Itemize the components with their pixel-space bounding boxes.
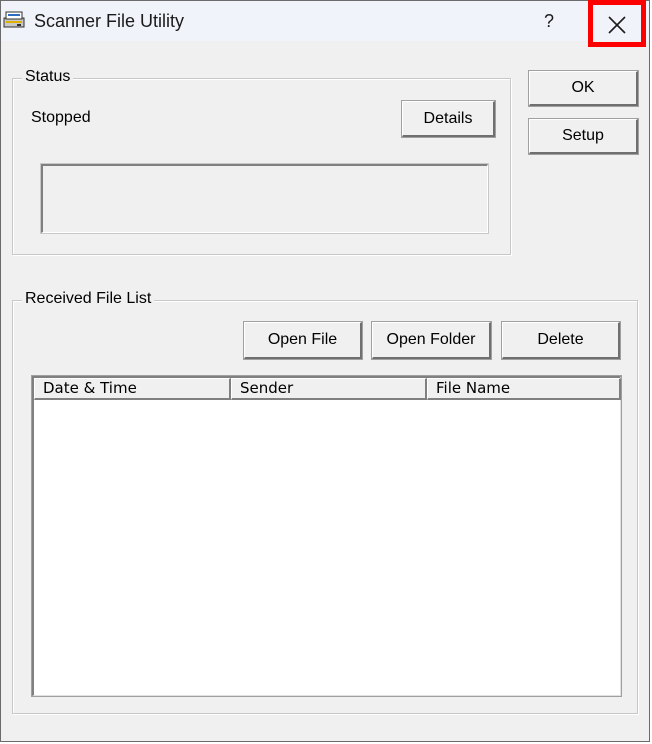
column-header-sender[interactable]: Sender — [231, 378, 427, 400]
column-header-file-name[interactable]: File Name — [427, 378, 621, 400]
close-icon — [608, 16, 626, 34]
open-folder-button[interactable]: Open Folder — [371, 321, 492, 360]
status-state-text: Stopped — [31, 109, 91, 126]
list-body[interactable] — [34, 400, 620, 695]
status-message-box — [40, 163, 489, 234]
scanner-file-utility-dialog: Scanner File Utility ? Status Stopped De… — [0, 0, 650, 742]
ok-button[interactable]: OK — [528, 70, 639, 107]
received-file-list-label: Received File List — [22, 290, 155, 308]
open-file-button[interactable]: Open File — [243, 321, 363, 360]
status-group-label: Status — [22, 68, 74, 86]
column-header-date-time[interactable]: Date & Time — [34, 378, 231, 400]
details-button[interactable]: Details — [401, 100, 496, 138]
setup-button[interactable]: Setup — [528, 118, 639, 155]
delete-button[interactable]: Delete — [501, 321, 621, 360]
close-button[interactable] — [588, 0, 646, 47]
window-title: Scanner File Utility — [34, 11, 185, 31]
scanner-app-icon — [3, 9, 25, 29]
list-header: Date & Time Sender File Name — [34, 378, 621, 400]
help-button[interactable]: ? — [534, 5, 564, 37]
title-bar[interactable]: Scanner File Utility ? — [1, 0, 649, 47]
received-file-list[interactable]: Date & Time Sender File Name — [31, 375, 622, 697]
